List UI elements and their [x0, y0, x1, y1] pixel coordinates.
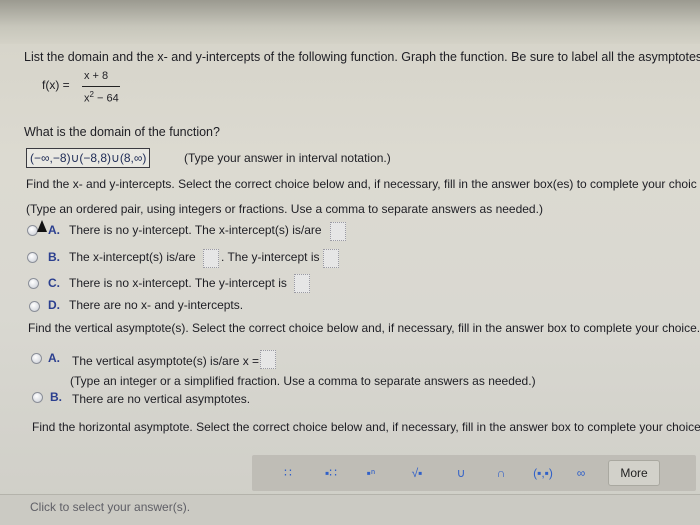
- vertical-option-a-input[interactable]: [260, 350, 276, 369]
- mouse-cursor-icon: [37, 220, 47, 232]
- union-icon[interactable]: ∪: [448, 462, 474, 484]
- function-numerator: x + 8: [84, 70, 109, 82]
- intercept-option-b-radio[interactable]: [27, 252, 38, 263]
- exponent-icon[interactable]: ▪ⁿ: [358, 462, 384, 484]
- mixed-number-icon[interactable]: ▪∷: [318, 462, 344, 484]
- more-button[interactable]: More: [608, 460, 660, 486]
- vertical-asymptote-note: (Type an integer or a simplified fractio…: [70, 374, 536, 388]
- intersection-icon[interactable]: ∩: [488, 462, 514, 484]
- vertical-option-a-text: The vertical asymptote(s) is/are x =: [72, 354, 260, 368]
- interval-icon[interactable]: (▪,▪): [526, 462, 560, 484]
- vertical-option-b-letter: B.: [50, 390, 62, 404]
- domain-answer-input[interactable]: (−∞,−8)∪(−8,8)∪(8,∞): [26, 148, 151, 168]
- fraction-icon[interactable]: ∷: [275, 462, 301, 484]
- intercept-option-c-radio[interactable]: [28, 278, 39, 289]
- square-root-icon[interactable]: √▪: [404, 462, 430, 484]
- intercept-option-c-input[interactable]: [294, 274, 310, 293]
- intercept-option-b-x-input[interactable]: [203, 249, 219, 268]
- intercept-option-d-letter: D.: [48, 298, 60, 312]
- vertical-option-a-letter: A.: [48, 351, 60, 365]
- intercept-option-c-text: There is no x-intercept. The y-intercept…: [69, 276, 287, 290]
- vertical-option-b-text: There are no vertical asymptotes.: [72, 392, 251, 406]
- intercept-option-b-y-input[interactable]: [323, 249, 339, 268]
- intercepts-question: Find the x- and y-intercepts. Select the…: [26, 177, 697, 191]
- vertical-asymptote-question: Find the vertical asymptote(s). Select t…: [28, 321, 700, 335]
- function-label: f(x) =: [42, 78, 70, 92]
- infinity-icon[interactable]: ∞: [568, 462, 594, 484]
- horizontal-asymptote-question: Find the horizontal asymptote. Select th…: [32, 420, 700, 434]
- screen: List the domain and the x- and y-interce…: [0, 0, 700, 525]
- fraction-bar: [82, 86, 120, 87]
- top-strip: [0, 0, 700, 44]
- status-text: Click to select your answer(s).: [30, 500, 191, 514]
- vertical-option-a-radio[interactable]: [31, 353, 42, 364]
- intercept-option-a-input[interactable]: [330, 222, 346, 241]
- vertical-option-b-radio[interactable]: [32, 392, 43, 403]
- intercept-option-a-letter: A.: [48, 223, 60, 237]
- question-heading: List the domain and the x- and y-interce…: [24, 50, 700, 64]
- intercept-option-c-letter: C.: [48, 276, 60, 290]
- intercept-option-b-text2: . The y-intercept is: [221, 250, 320, 264]
- intercept-option-a-text: There is no y-intercept. The x-intercept…: [69, 223, 322, 237]
- intercept-option-b-text: The x-intercept(s) is/are: [69, 250, 196, 264]
- domain-note: (Type your answer in interval notation.): [184, 151, 391, 165]
- intercept-option-d-text: There are no x- and y-intercepts.: [69, 298, 244, 312]
- intercept-option-d-radio[interactable]: [29, 301, 40, 312]
- intercept-option-b-letter: B.: [48, 250, 60, 264]
- domain-question: What is the domain of the function?: [24, 125, 220, 139]
- function-denominator: x2 − 64: [84, 90, 119, 105]
- intercepts-note: (Type an ordered pair, using integers or…: [26, 202, 543, 216]
